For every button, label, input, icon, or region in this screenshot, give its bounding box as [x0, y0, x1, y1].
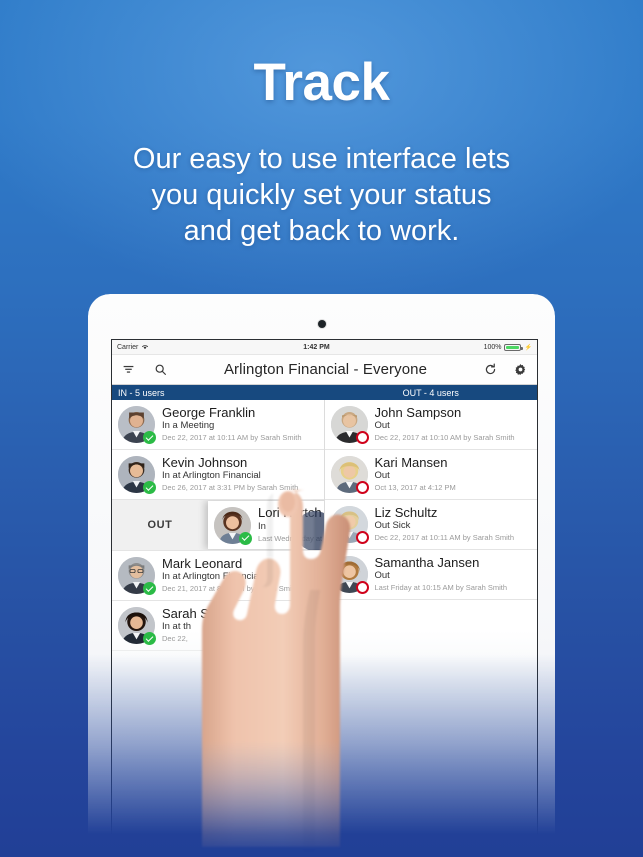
user-status: In at th: [162, 621, 192, 633]
search-icon[interactable]: [153, 362, 168, 377]
table-row[interactable]: Liz Schultz Out Sick Dec 22, 2017 at 10:…: [324, 500, 537, 550]
status-badge-in-icon: [239, 531, 252, 545]
status-badge-out-icon: [355, 481, 369, 494]
user-status: Out: [374, 470, 390, 482]
table-row[interactable]: George Franklin In a Meeting Dec 22, 201…: [112, 400, 324, 450]
avatar: [118, 456, 156, 494]
user-status: In at Arlington Financial: [162, 571, 261, 583]
row-meta: Samantha Jansen Out Last Friday at 10:15…: [375, 556, 532, 593]
row-meta: John Sampson Out Dec 22, 2017 at 10:10 A…: [375, 406, 532, 443]
out-column: John Sampson Out Dec 22, 2017 at 10:10 A…: [324, 400, 537, 845]
status-badge-in-icon: [143, 582, 156, 595]
row-meta: Liz Schultz Out Sick Dec 22, 2017 at 10:…: [375, 506, 532, 543]
promo-subtitle: Our easy to use interface lets you quick…: [0, 142, 643, 250]
status-badge-in-icon: [143, 481, 156, 494]
user-status: In a Meeting: [162, 420, 215, 432]
user-name: Kari Mansen: [374, 455, 448, 470]
wifi-icon: [141, 343, 149, 352]
promo-subtitle-line-1: Our easy to use interface lets: [132, 143, 511, 175]
user-name: Liz Schultz: [374, 505, 438, 520]
row-meta: George Franklin In a Meeting Dec 22, 201…: [162, 406, 318, 443]
out-column-header: OUT - 4 users: [402, 387, 459, 398]
navbar-left-actions: [121, 362, 168, 377]
avatar: [330, 506, 369, 544]
user-status: Out Sick: [374, 520, 411, 532]
status-bar-left: Carrier: [117, 343, 149, 352]
user-status: In at Arlington Financial: [162, 470, 261, 482]
promo-subtitle-line-2: you quickly set your status: [151, 178, 492, 211]
user-timestamp: Dec 26, 2017 at 3:31 PM by Sarah Smith: [162, 483, 299, 493]
status-badge-in-icon: [143, 632, 156, 645]
status-bar-right: 100% ⚡: [483, 343, 532, 351]
refresh-icon[interactable]: [483, 362, 498, 377]
table-row[interactable]: Mark Leonard In at Arlington Financial D…: [112, 551, 324, 601]
swiped-table-row[interactable]: OUT Lori Hertch In Last Wednesday: [112, 500, 324, 551]
page-title: Track: [253, 53, 390, 112]
row-meta: Kevin Johnson In at Arlington Financial …: [162, 456, 318, 493]
gear-icon[interactable]: [513, 362, 528, 377]
user-timestamp: Last Friday at 10:15 AM by Sarah Smith: [374, 583, 508, 593]
avatar: [118, 557, 156, 595]
battery-icon: [503, 343, 523, 351]
user-name: George Franklin: [162, 405, 256, 420]
in-column-header: IN - 5 users: [118, 387, 165, 398]
status-badge-out-icon: [355, 531, 369, 544]
avatar: [214, 506, 252, 545]
filter-icon[interactable]: [121, 362, 136, 377]
device-screen: Carrier 1:42 PM 100% ⚡ Arlington Financi…: [111, 339, 538, 846]
user-name: Samantha Jansen: [374, 555, 480, 570]
user-timestamp: Dec 22, 2017 at 10:11 AM by Sarah Smith: [162, 433, 302, 443]
table-row[interactable]: Samantha Jansen Out Last Friday at 10:15…: [324, 550, 537, 600]
user-status: Out: [374, 420, 390, 432]
user-timestamp: Dec 22, 2017 at 10:11 AM by Sarah Smith: [374, 533, 515, 543]
app-title: Arlington Financial - Everyone: [223, 361, 428, 378]
carrier-label: Carrier: [117, 343, 139, 351]
promo-copy: Track Our easy to use interface lets you…: [0, 0, 643, 250]
lightning-bolt-icon: ⚡: [524, 344, 532, 351]
user-name: Mark Leonard: [162, 556, 243, 571]
table-row[interactable]: Kari Mansen Out Oct 13, 2017 at 4:12 PM: [324, 450, 537, 500]
swipe-action-out-button[interactable]: OUT: [112, 500, 208, 550]
status-badge-out-icon: [355, 581, 369, 594]
avatar: [118, 607, 156, 645]
user-timestamp: Oct 13, 2017 at 4:12 PM: [374, 483, 456, 493]
app-navigation-bar: Arlington Financial - Everyone: [112, 355, 537, 385]
table-row[interactable]: Kevin Johnson In at Arlington Financial …: [112, 450, 324, 500]
clock-label: 1:42 PM: [303, 343, 330, 351]
avatar: [330, 406, 369, 444]
user-timestamp: Dec 22, 2017 at 10:10 AM by Sarah Smith: [374, 433, 515, 443]
table-row[interactable]: Sarah Sm In at th Dec 22,: [112, 601, 324, 651]
promo-subtitle-line-3: and get back to work.: [183, 214, 460, 247]
user-timestamp: Dec 22,: [162, 634, 188, 644]
avatar: [330, 456, 369, 494]
status-badge-out-icon: [355, 431, 369, 444]
avatar: [118, 406, 156, 444]
user-name: Sarah Sm: [162, 606, 220, 621]
ios-status-bar: Carrier 1:42 PM 100% ⚡: [112, 340, 537, 355]
battery-percent-label: 100%: [483, 343, 502, 351]
table-row[interactable]: John Sampson Out Dec 22, 2017 at 10:10 A…: [324, 400, 537, 450]
row-meta: Mark Leonard In at Arlington Financial D…: [162, 557, 318, 594]
user-status: Out: [374, 570, 390, 582]
status-badge-in-icon: [143, 431, 156, 444]
user-name: John Sampson: [374, 405, 462, 420]
row-meta: Sarah Sm In at th Dec 22,: [162, 607, 318, 644]
tablet-device: Carrier 1:42 PM 100% ⚡ Arlington Financi…: [88, 294, 555, 857]
row-meta: Kari Mansen Out Oct 13, 2017 at 4:12 PM: [375, 456, 532, 493]
in-column: George Franklin In a Meeting Dec 22, 201…: [112, 400, 325, 845]
user-timestamp: Dec 21, 2017 at 8:17 AM by Sarah Smith: [162, 584, 298, 594]
avatar: [330, 556, 369, 594]
front-camera-icon: [317, 320, 326, 328]
promo-screenshot: Track Our easy to use interface lets you…: [0, 0, 643, 857]
user-name: Kevin Johnson: [162, 455, 248, 470]
navbar-right-actions: [483, 362, 528, 377]
user-lists: George Franklin In a Meeting Dec 22, 201…: [112, 400, 537, 845]
column-headers: IN - 5 users OUT - 4 users: [112, 385, 537, 400]
